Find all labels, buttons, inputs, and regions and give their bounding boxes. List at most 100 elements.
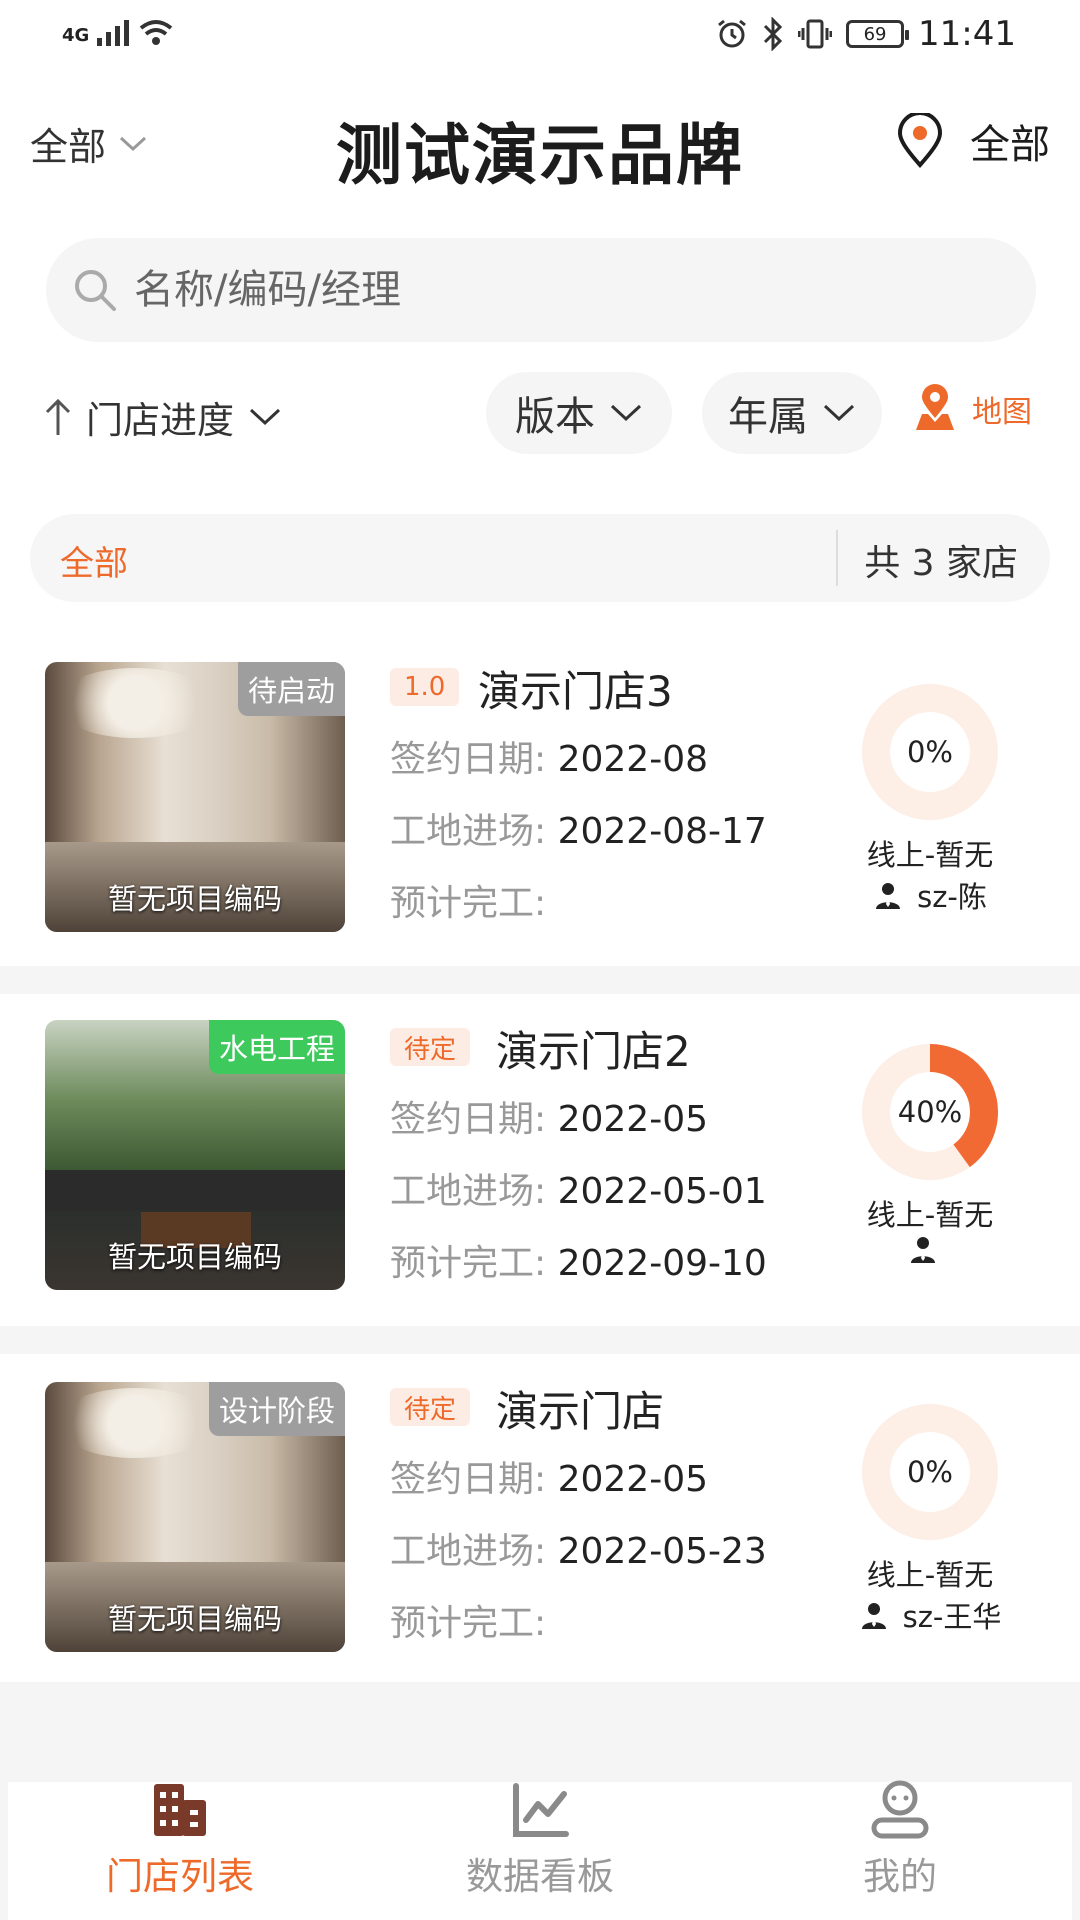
chevron-down-icon — [120, 136, 147, 151]
progress-label: 0% — [906, 1455, 953, 1489]
scope-label: 全部 — [30, 125, 107, 169]
year-label: 年属 — [728, 394, 808, 440]
sign-date-row: 签约日期: 2022-08 — [390, 730, 708, 782]
manager-icon — [876, 883, 901, 909]
location-selector[interactable]: 全部 — [894, 112, 1050, 170]
map-label: 地图 — [972, 395, 1032, 430]
tab-label: 我的 — [863, 1855, 937, 1898]
divider — [836, 530, 838, 586]
arrow-up-icon — [45, 398, 71, 435]
store-card[interactable]: 设计阶段 暂无项目编码 待定 演示门店 签约日期: 2022-05 工地进场: … — [0, 1354, 1080, 1686]
store-thumbnail: 水电工程 暂无项目编码 — [45, 1020, 345, 1290]
stage-tag: 设计阶段 — [208, 1382, 345, 1436]
version-badge: 待定 — [390, 1028, 471, 1066]
store-name: 演示门店2 — [496, 1027, 691, 1076]
enter-date-row: 工地进场: 2022-05-01 — [390, 1162, 767, 1214]
finish-date-row: 预计完工: — [390, 1594, 546, 1646]
search-input[interactable] — [134, 267, 954, 313]
lobby-lights — [55, 1388, 215, 1458]
store-card[interactable]: 水电工程 暂无项目编码 待定 演示门店2 签约日期: 2022-05 工地进场:… — [0, 994, 1080, 1326]
sign-date-value: 2022-05 — [557, 1459, 709, 1500]
version-badge: 1.0 — [390, 668, 460, 706]
version-label: 版本 — [515, 394, 595, 440]
signal-icon — [97, 20, 130, 46]
store-thumbnail: 待启动 暂无项目编码 — [45, 662, 345, 932]
list-bottom-space — [0, 1682, 1080, 1782]
enter-date-label: 工地进场: — [390, 1531, 547, 1572]
chart-icon — [513, 1783, 569, 1837]
manager-icon — [911, 1237, 935, 1263]
enter-date-value: 2022-05-23 — [557, 1531, 767, 1572]
network-type: 4G — [62, 25, 90, 46]
enter-date-row: 工地进场: 2022-05-23 — [390, 1522, 767, 1574]
enter-date-row: 工地进场: 2022-08-17 — [390, 802, 767, 854]
bluetooth-icon — [763, 17, 783, 51]
search-bar[interactable] — [46, 238, 1036, 342]
battery-icon: 69 — [846, 20, 910, 48]
lobby-lights — [55, 668, 215, 738]
sign-date-value: 2022-05 — [557, 1099, 709, 1140]
finish-date-row: 预计完工: — [390, 874, 546, 926]
project-code: 暂无项目编码 — [107, 1602, 282, 1636]
online-status: 线上-暂无 — [866, 1198, 994, 1232]
enter-date-label: 工地进场: — [390, 811, 547, 852]
progress-label: 40% — [897, 1095, 963, 1129]
store-thumbnail: 设计阶段 暂无项目编码 — [45, 1382, 345, 1652]
scope-dropdown[interactable]: 全部 — [30, 116, 148, 171]
chevron-down-icon — [610, 404, 642, 422]
manager: sz-王华 — [820, 1594, 1040, 1636]
project-code: 暂无项目编码 — [107, 882, 282, 916]
card-gap — [0, 966, 1080, 994]
progress-label: 0% — [906, 735, 953, 769]
summary-bar: 全部 共 3 家店 — [30, 514, 1050, 602]
version-filter[interactable]: 版本 — [486, 372, 672, 454]
version-badge: 待定 — [390, 1388, 471, 1426]
battery-level: 69 — [863, 23, 887, 45]
sign-date-row: 签约日期: 2022-05 — [390, 1450, 708, 1502]
chevron-down-icon — [823, 404, 855, 422]
profile-icon — [871, 1780, 929, 1839]
year-filter[interactable]: 年属 — [702, 372, 882, 454]
online-status: 线上-暂无 — [866, 838, 994, 872]
manager — [820, 1234, 1040, 1264]
finish-date-row: 预计完工: 2022-09-10 — [390, 1234, 767, 1286]
enter-date-value: 2022-08-17 — [557, 811, 767, 852]
finish-date-label: 预计完工: — [390, 1603, 547, 1644]
finish-date-value: 2022-09-10 — [557, 1243, 767, 1284]
status-right: 69 11:41 — [716, 14, 1016, 54]
search-icon — [75, 270, 116, 311]
online-status: 线上-暂无 — [866, 1558, 994, 1592]
chevron-down-icon — [249, 408, 281, 426]
building-icon — [154, 1784, 206, 1836]
enter-date-label: 工地进场: — [390, 1171, 547, 1212]
roof — [45, 1170, 345, 1210]
manager: sz-陈 — [820, 874, 1040, 916]
stage-tag: 水电工程 — [208, 1020, 345, 1074]
status-bar: 4G 69 11:41 — [0, 0, 1080, 76]
sort-progress[interactable]: 门店进度 — [44, 390, 282, 444]
enter-date-value: 2022-05-01 — [557, 1171, 767, 1212]
store-name: 演示门店3 — [478, 667, 673, 716]
tab-bar: 门店列表 数据看板 我的 — [0, 1682, 1080, 1920]
sign-date-label: 签约日期: — [390, 1459, 547, 1500]
tab-dashboard[interactable]: 数据看板 — [390, 1778, 690, 1900]
signal-indicators: 4G — [62, 18, 173, 46]
project-code: 暂无项目编码 — [107, 1240, 282, 1274]
alarm-icon — [718, 19, 746, 48]
vibrate-icon — [798, 19, 833, 49]
finish-date-label: 预计完工: — [390, 883, 547, 924]
tab-profile[interactable]: 我的 — [750, 1778, 1050, 1900]
store-card[interactable]: 待启动 暂无项目编码 1.0 演示门店3 签约日期: 2022-08 工地进场:… — [0, 634, 1080, 966]
finish-date-label: 预计完工: — [390, 1243, 547, 1284]
manager-name: sz-王华 — [902, 1600, 1002, 1634]
sign-date-label: 签约日期: — [390, 739, 547, 780]
tab-store-list[interactable]: 门店列表 — [30, 1778, 330, 1900]
sign-date-row: 签约日期: 2022-05 — [390, 1090, 708, 1142]
store-count: 共 3 家店 — [864, 543, 1018, 584]
map-pin-icon — [916, 384, 954, 430]
manager-name: sz-陈 — [917, 880, 987, 914]
status-filter-all[interactable]: 全部 — [60, 536, 128, 585]
map-button[interactable]: 地图 — [910, 384, 1032, 434]
sort-label: 门店进度 — [86, 399, 234, 442]
store-name: 演示门店 — [496, 1387, 665, 1436]
